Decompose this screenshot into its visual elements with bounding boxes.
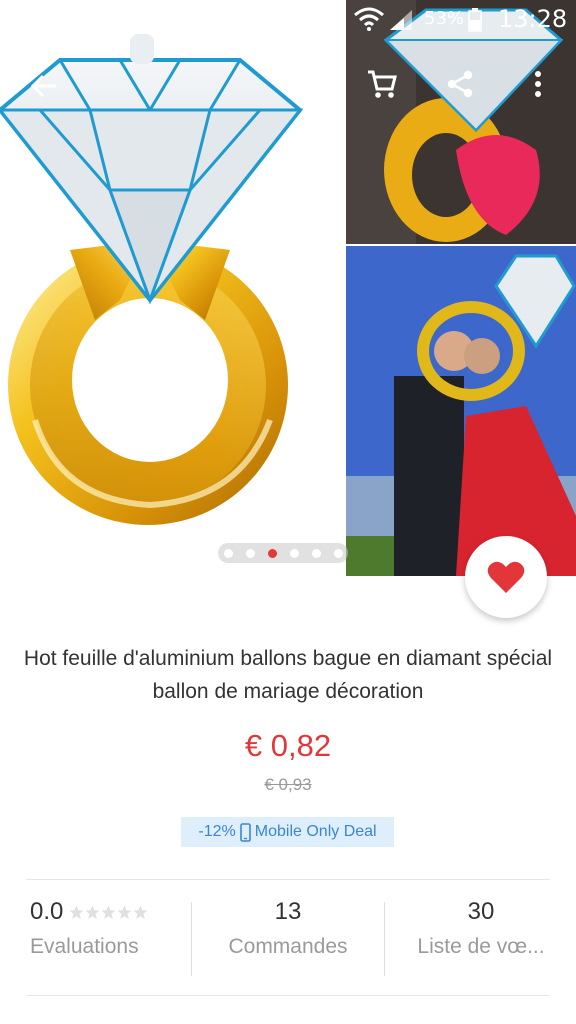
search-icon — [293, 71, 320, 98]
divider — [26, 995, 550, 996]
product-stats: 0.0 Evaluations 13 Commandes 30 Liste de… — [0, 898, 576, 978]
star-icon — [133, 905, 148, 919]
stats-separator — [191, 902, 192, 976]
wishlist-stat[interactable]: 30 Liste de vœ... — [386, 898, 576, 978]
pager-dot[interactable] — [289, 548, 299, 558]
share-icon — [447, 70, 473, 98]
search-button[interactable] — [284, 62, 328, 106]
wishlist-label: Liste de vœ... — [417, 935, 545, 958]
battery-percent: 53% — [424, 8, 465, 29]
mobile-phone-icon — [239, 822, 251, 842]
back-arrow-icon — [30, 74, 56, 98]
product-title: Hot feuille d'aluminium ballons bague en… — [23, 647, 553, 703]
pager-dot[interactable] — [245, 548, 255, 558]
wishlist-button[interactable] — [465, 536, 547, 618]
orders-value: 13 — [274, 898, 302, 925]
rating-label: Evaluations — [30, 935, 139, 958]
more-vert-icon — [535, 71, 541, 97]
product-image-thumb-2[interactable] — [346, 246, 576, 576]
divider — [26, 879, 550, 880]
alarm-icon — [316, 9, 338, 32]
star-icon — [101, 905, 116, 919]
star-icon — [69, 905, 84, 919]
deal-label: Mobile Only Deal — [254, 823, 377, 840]
pager-dot[interactable] — [223, 548, 233, 558]
orders-label: Commandes — [228, 935, 348, 958]
wifi-icon — [354, 7, 384, 31]
gallery-pager[interactable] — [218, 543, 348, 563]
deal-discount: -12% — [198, 823, 236, 840]
more-options-button[interactable] — [516, 62, 560, 106]
back-button[interactable] — [22, 64, 66, 108]
cart-icon — [368, 70, 397, 98]
orders-stat[interactable]: 13 Commandes — [192, 898, 384, 978]
clock-time: 13:28 — [498, 5, 568, 33]
gallery-icon — [14, 9, 36, 31]
star-icon — [117, 905, 132, 919]
signal-icon — [390, 10, 412, 30]
cart-button[interactable] — [360, 62, 404, 106]
stats-separator — [384, 902, 385, 976]
battery-icon — [468, 8, 482, 32]
pager-dot-active[interactable] — [267, 548, 277, 558]
status-bar: 53% 13:28 — [0, 0, 576, 40]
product-price: € 0,82 — [244, 728, 332, 763]
original-price: € 0,93 — [264, 775, 312, 794]
heart-icon — [487, 561, 525, 593]
star-icon — [85, 905, 100, 919]
pager-dot[interactable] — [311, 548, 321, 558]
mobile-deal-badge: -12% Mobile Only Deal — [181, 817, 394, 847]
wishlist-value: 30 — [467, 898, 495, 925]
rating-stars — [69, 905, 148, 920]
rating-stat[interactable]: 0.0 Evaluations — [30, 898, 190, 978]
rating-value: 0.0 — [30, 898, 64, 925]
share-button[interactable] — [438, 62, 482, 106]
pager-dot[interactable] — [333, 548, 343, 558]
